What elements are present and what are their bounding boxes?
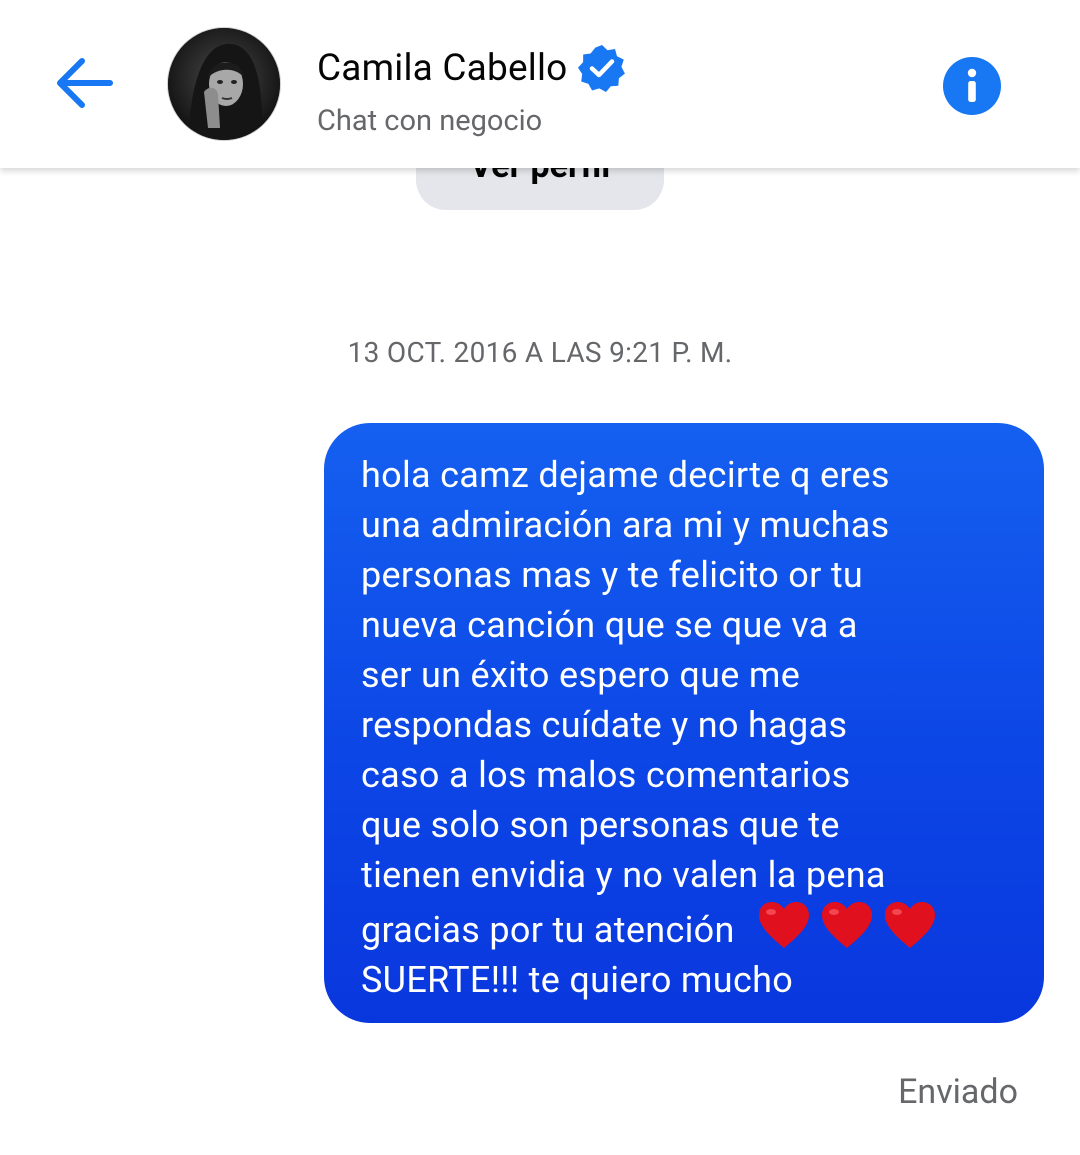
messenger-chat-screen: Ver perfil — [0, 0, 1080, 1155]
info-icon[interactable] — [942, 56, 1002, 116]
heart-icon — [884, 902, 935, 948]
contact-name: Camila Cabello — [317, 46, 568, 90]
message-line: que solo son personas que te — [361, 804, 840, 846]
message-line-with-hearts: gracias por tu atención — [361, 900, 1016, 955]
message-line: nueva canción que se que va a — [361, 604, 858, 646]
chat-header: Camila Cabello Chat con negocio — [0, 0, 1080, 168]
message-line: hola camz dejame decirte q eres — [361, 454, 890, 496]
message-timestamp: 13 OCT. 2016 A LAS 9:21 P. M. — [347, 336, 733, 369]
contact-name-row[interactable]: Camila Cabello — [317, 40, 627, 96]
message-line: SUERTE!!! te quiero mucho — [361, 959, 794, 1001]
message-status: Enviado — [898, 1072, 1018, 1112]
verified-badge-icon — [578, 45, 626, 92]
sent-message-bubble[interactable]: hola camz dejame decirte q eres una admi… — [324, 423, 1044, 1023]
message-line: una admiración ara mi y muchas — [361, 504, 890, 546]
heart-icon — [821, 902, 872, 948]
message-line: caso a los malos comentarios — [361, 754, 851, 796]
message-line: gracias por tu atención — [361, 909, 735, 951]
message-line: respondas cuídate y no hagas — [361, 704, 848, 746]
chat-subtitle: Chat con negocio — [317, 104, 543, 138]
contact-avatar[interactable] — [168, 28, 280, 140]
message-line: tienen envidia y no valen la pena — [361, 854, 886, 896]
message-line: personas mas y te felicito or tu — [361, 554, 864, 596]
heart-icon — [758, 902, 809, 948]
arrow-left-icon[interactable] — [48, 50, 118, 116]
heart-emoji-group — [757, 900, 946, 950]
message-text: hola camz dejame decirte q eres una admi… — [361, 450, 1016, 1005]
message-line: ser un éxito espero que me — [361, 654, 801, 696]
